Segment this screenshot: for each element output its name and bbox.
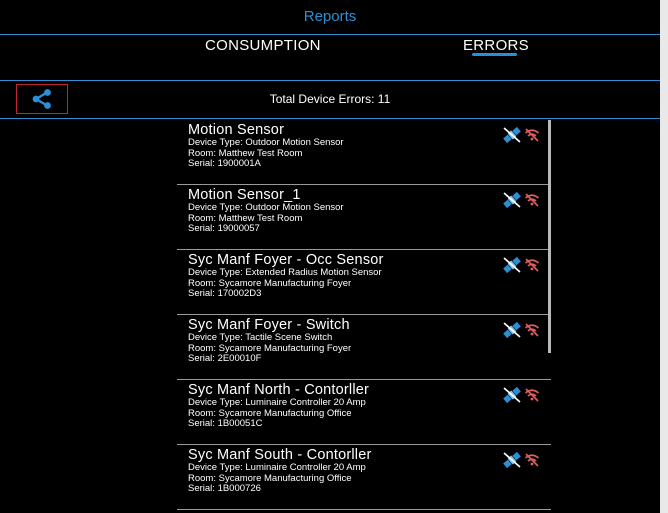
- device-name: Motion Sensor_1: [188, 187, 301, 203]
- active-tab-indicator: [472, 53, 517, 56]
- tab-consumption[interactable]: CONSUMPTION: [205, 37, 321, 54]
- device-status-icons: [502, 386, 544, 404]
- device-serial: Serial: 2E00010F: [188, 353, 262, 364]
- device-type: Device Type: Extended Radius Motion Sens…: [188, 267, 382, 278]
- device-serial: Serial: 1B000726: [188, 483, 261, 494]
- device-serial: Serial: 19000057: [188, 223, 260, 234]
- device-type: Device Type: Luminaire Controller 20 Amp: [188, 397, 366, 408]
- device-list-item[interactable]: Syc Manf North - Contorller Device Type:…: [177, 380, 551, 445]
- no-wifi-icon: [524, 193, 540, 207]
- device-name: Motion Sensor: [188, 122, 285, 138]
- device-list-item[interactable]: Syc Manf Foyer - Switch Device Type: Tac…: [177, 315, 551, 380]
- page-title: Reports: [303, 8, 357, 25]
- app-frame: Reports CONSUMPTION ERRORS Total Device …: [0, 0, 668, 513]
- total-errors-label: Total Device Errors: 11: [269, 92, 391, 106]
- satellite-icon: [503, 256, 521, 274]
- device-list-item[interactable]: Syc Manf South - Contorller Device Type:…: [177, 445, 551, 510]
- device-name: Syc Manf Foyer - Occ Sensor: [188, 252, 384, 268]
- device-type: Device Type: Luminaire Controller 20 Amp: [188, 462, 366, 473]
- satellite-icon: [503, 126, 521, 144]
- tab-bar: CONSUMPTION ERRORS: [0, 35, 660, 79]
- device-type: Device Type: Outdoor Motion Sensor: [188, 137, 344, 148]
- device-serial: Serial: 1900001A: [188, 158, 261, 169]
- device-type: Device Type: Tactile Scene Switch: [188, 332, 333, 343]
- device-name: Syc Manf Foyer - Switch: [188, 317, 350, 333]
- device-name: Syc Manf North - Contorller: [188, 382, 370, 398]
- tab-errors[interactable]: ERRORS: [463, 37, 529, 54]
- device-status-icons: [502, 126, 544, 144]
- device-type: Device Type: Outdoor Motion Sensor: [188, 202, 344, 213]
- device-status-icons: [502, 256, 544, 274]
- device-status-icons: [502, 451, 544, 469]
- list-scrollbar[interactable]: [548, 120, 551, 353]
- device-list-item[interactable]: Motion Sensor Device Type: Outdoor Motio…: [177, 120, 551, 185]
- device-list-item[interactable]: Syc Manf Foyer - Occ Sensor Device Type:…: [177, 250, 551, 315]
- no-wifi-icon: [524, 258, 540, 272]
- window-edge: [660, 0, 668, 513]
- device-error-list: Motion Sensor Device Type: Outdoor Motio…: [177, 120, 551, 513]
- no-wifi-icon: [524, 388, 540, 402]
- toolbar-divider: [0, 118, 660, 119]
- satellite-icon: [503, 321, 521, 339]
- no-wifi-icon: [524, 323, 540, 337]
- no-wifi-icon: [524, 453, 540, 467]
- device-list-item[interactable]: Motion Sensor_1 Device Type: Outdoor Mot…: [177, 185, 551, 250]
- device-serial: Serial: 1B00051C: [188, 418, 263, 429]
- device-name: Syc Manf South - Contorller: [188, 447, 372, 463]
- device-status-icons: [502, 321, 544, 339]
- toolbar: Total Device Errors: 11: [0, 81, 660, 118]
- satellite-icon: [503, 451, 521, 469]
- no-wifi-icon: [524, 128, 540, 142]
- satellite-icon: [503, 191, 521, 209]
- device-status-icons: [502, 191, 544, 209]
- device-serial: Serial: 170002D3: [188, 288, 262, 299]
- satellite-icon: [503, 386, 521, 404]
